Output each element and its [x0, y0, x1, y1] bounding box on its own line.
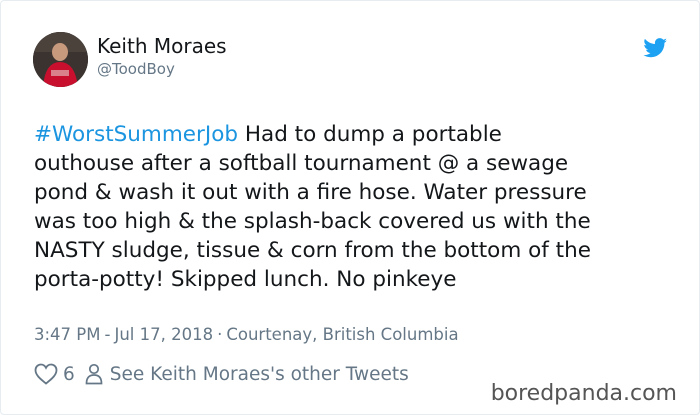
heart-icon[interactable]	[34, 363, 58, 385]
tweet-line-4: was too high & the splash-back covered u…	[34, 209, 591, 234]
author-handle[interactable]: @ToodBoy	[97, 59, 175, 79]
person-icon	[85, 363, 103, 385]
tweet-time[interactable]: 3:47 PM	[34, 325, 100, 344]
tweet-line-1-text: Had to dump a portable	[238, 122, 502, 147]
hashtag-link[interactable]: #WorstSummerJob	[34, 122, 238, 147]
tweet-line-3: pond & wash it out with a fire hose. Wat…	[34, 180, 587, 205]
tweet-line-2: outhouse after a softball tournament @ a…	[34, 151, 569, 176]
tweet-text: #WorstSummerJob Had to dump a portable o…	[34, 120, 674, 294]
avatar-image	[33, 32, 88, 87]
tweet-line-1: #WorstSummerJob Had to dump a portable	[34, 120, 674, 149]
twitter-bird-icon[interactable]	[643, 38, 668, 58]
other-tweets-link[interactable]: See Keith Moraes's other Tweets	[110, 364, 409, 385]
tweet-line-6: porta-potty! Skipped lunch. No pinkeye	[34, 267, 457, 292]
avatar[interactable]	[33, 32, 88, 87]
watermark: boredpanda.com	[486, 379, 681, 409]
meta-separator-dash: -	[104, 325, 111, 344]
author-display-name[interactable]: Keith Moraes	[97, 34, 227, 58]
tweet-card: Keith Moraes @ToodBoy #WorstSummerJob Ha…	[0, 0, 700, 415]
like-count[interactable]: 6	[63, 364, 75, 385]
tweet-line-5: NASTY sludge, tissue & corn from the bot…	[34, 238, 591, 263]
meta-separator-dot: ·	[217, 325, 223, 344]
tweet-location[interactable]: Courtenay, British Columbia	[226, 325, 458, 344]
tweet-actions: 6 See Keith Moraes's other Tweets	[34, 361, 409, 387]
tweet-meta: 3:47 PM - Jul 17, 2018 · Courtenay, British …	[34, 324, 459, 346]
tweet-date[interactable]: Jul 17, 2018	[114, 325, 213, 344]
